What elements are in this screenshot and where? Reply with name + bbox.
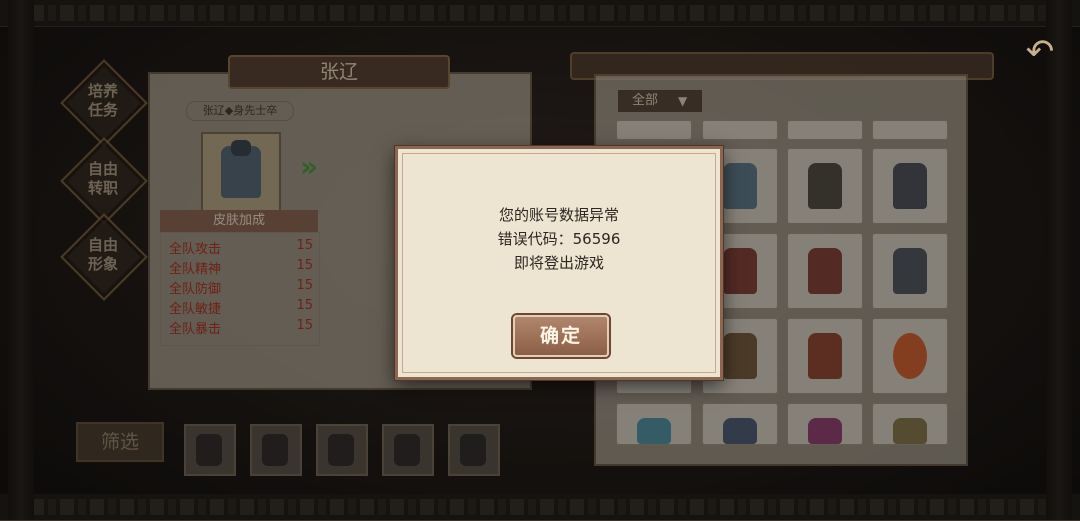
error-dialog: 您的账号数据异常 错误代码：56596 即将登出游戏 确定: [395, 146, 723, 380]
dialog-message-line: 您的账号数据异常: [498, 206, 619, 224]
dialog-error-code: 错误代码：56596: [497, 230, 621, 248]
dialog-message-line: 即将登出游戏: [513, 254, 604, 272]
back-arrow-icon[interactable]: ↶: [1014, 34, 1066, 70]
confirm-button[interactable]: 确定: [513, 315, 609, 357]
